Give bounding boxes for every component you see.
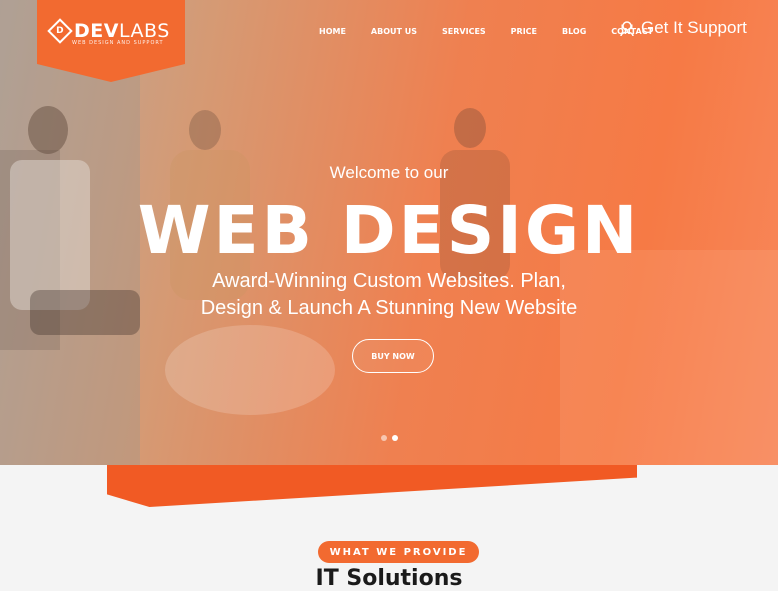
logo-text: DEVLABS [74,20,170,42]
logo-tagline: WEB DESIGN AND SUPPORT [72,40,164,46]
slider-dot-2[interactable] [392,435,398,441]
support-link[interactable]: Get It Support [619,18,747,38]
logo-text-bold: DEV [74,20,119,42]
nav-price[interactable]: PRICE [511,22,537,42]
nav-about-us[interactable]: ABOUT US [371,22,417,42]
logo-text-thin: LABS [118,20,170,42]
hero-subline-1: Award-Winning Custom Websites. Plan, [212,270,566,292]
hero-subline: Award-Winning Custom Websites. Plan, Des… [0,268,778,322]
nav-blog[interactable]: BLOG [562,22,586,42]
nav-services[interactable]: SERVICES [442,22,486,42]
hero-banner: D DEVLABS WEB DESIGN AND SUPPORT HOME AB… [0,0,778,465]
section-badge: WHAT WE PROVIDE [318,541,479,563]
logo[interactable]: D DEVLABS [47,18,170,44]
support-agent-icon [620,21,634,36]
hero-accent-band [107,465,637,507]
hero-headline: WEB DESIGN [137,192,641,269]
slider-dots [381,435,398,441]
logo-icon: D [47,18,73,44]
slider-dot-1[interactable] [381,435,387,441]
hero-welcome: Welcome to our [329,163,449,182]
nav-home[interactable]: HOME [319,22,346,42]
buy-now-button[interactable]: BUY NOW [352,339,434,373]
support-label: Get It Support [641,18,747,37]
section-title: IT Solutions [315,566,463,591]
hero-subline-2: Design & Launch A Stunning New Website [200,297,578,319]
